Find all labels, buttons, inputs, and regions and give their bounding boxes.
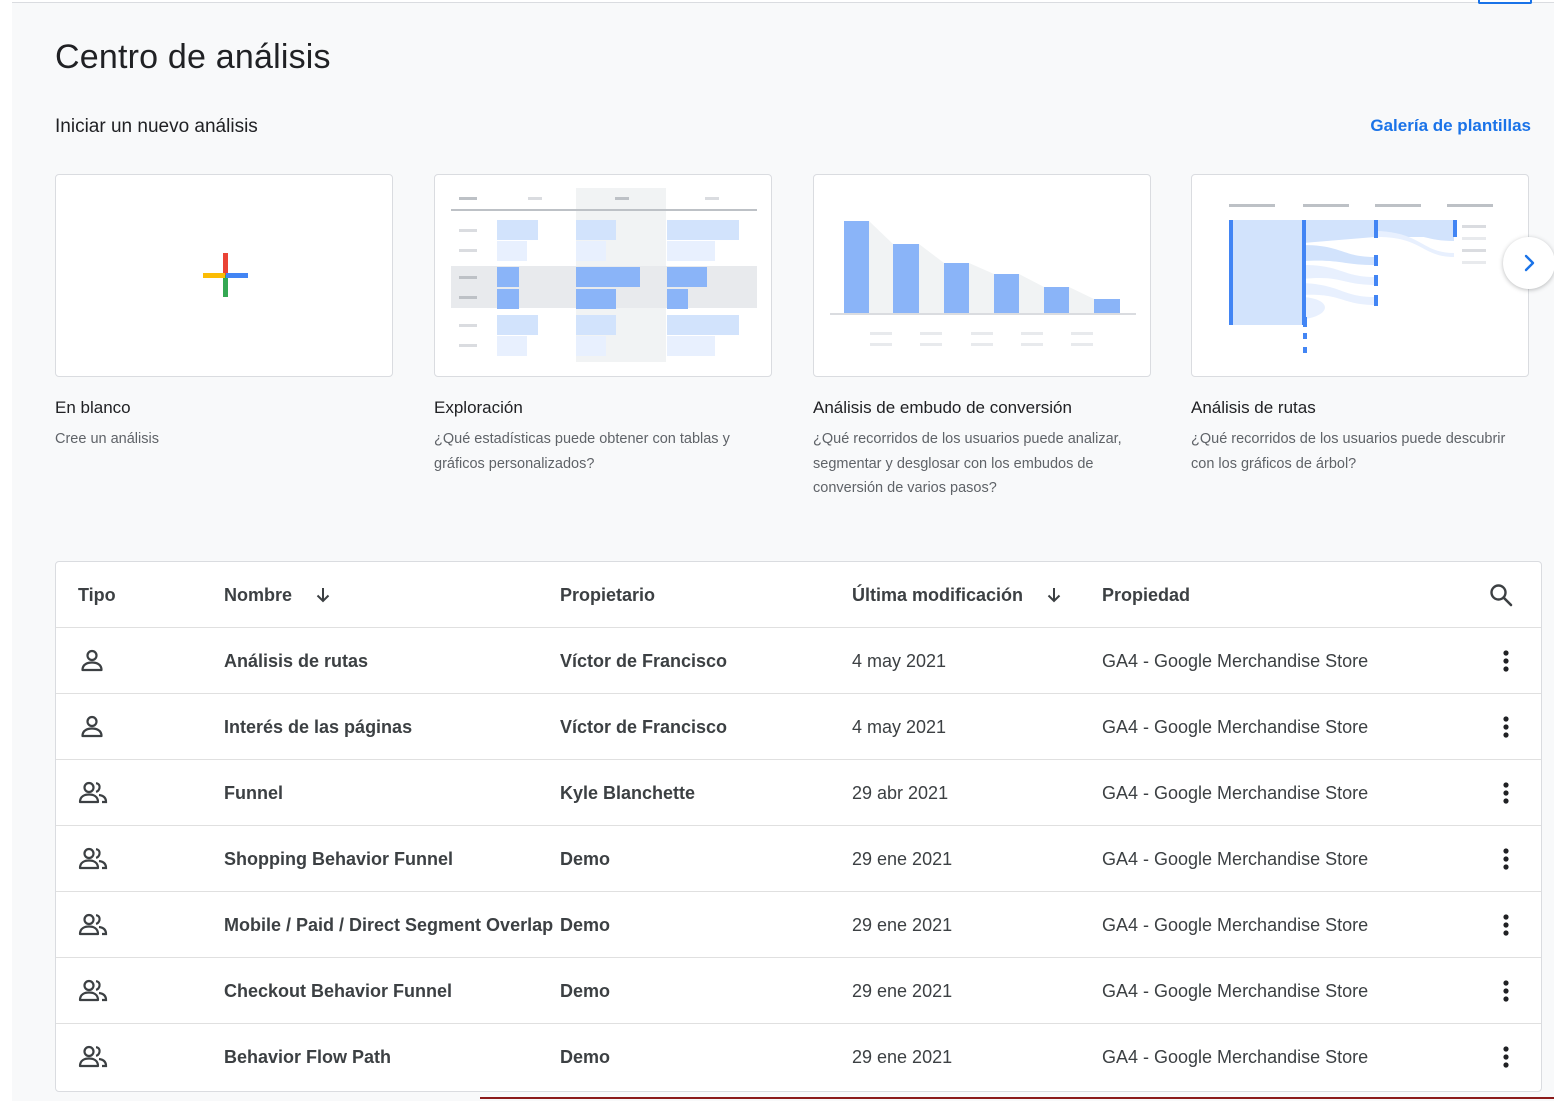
plus-icon	[203, 253, 248, 297]
group-icon	[78, 892, 108, 958]
search-button[interactable]	[1488, 562, 1514, 628]
row-name[interactable]: Behavior Flow Path	[224, 1024, 391, 1090]
row-menu-button[interactable]	[1488, 1024, 1524, 1090]
row-menu-button[interactable]	[1488, 628, 1524, 694]
row-owner: Demo	[560, 914, 611, 935]
row-modified: 4 may 2021	[852, 716, 947, 737]
more-vert-icon	[1488, 1039, 1524, 1075]
header-property[interactable]: Propiedad	[1102, 562, 1190, 628]
page-title: Centro de análisis	[55, 38, 331, 76]
row-owner: Kyle Blanchette	[560, 782, 696, 803]
row-modified: 29 ene 2021	[852, 1046, 953, 1067]
row-owner: Demo	[560, 980, 611, 1001]
header-owner[interactable]: Propietario	[560, 562, 655, 628]
new-analysis-heading: Iniciar un nuevo análisis	[55, 116, 258, 137]
more-vert-icon	[1488, 775, 1524, 811]
group-icon	[78, 760, 108, 826]
more-vert-icon	[1488, 907, 1524, 943]
row-property: GA4 - Google Merchandise Store	[1102, 782, 1369, 803]
header-modified-label: Última modificación	[852, 584, 1024, 605]
card-funnel-desc: ¿Qué recorridos de los usuarios puede an…	[813, 431, 1122, 496]
row-owner: Demo	[560, 848, 611, 869]
table-row[interactable]: Behavior Flow Path Demo 29 ene 2021 GA4 - G…	[56, 1024, 1541, 1090]
card-path[interactable]: Análisis de rutas ¿Qué recorridos de los…	[1191, 174, 1529, 472]
arrow-down-icon	[314, 586, 332, 604]
group-icon	[78, 958, 108, 1024]
header-name[interactable]: Nombre	[224, 562, 332, 628]
row-name[interactable]: Análisis de rutas	[224, 628, 368, 694]
table-row[interactable]: Shopping Behavior Funnel Demo 29 ene 2021 G…	[56, 826, 1541, 892]
row-property: GA4 - Google Merchandise Store	[1102, 716, 1369, 737]
row-name[interactable]: Shopping Behavior Funnel	[224, 826, 453, 892]
arrow-down-icon	[1045, 586, 1063, 604]
row-property: GA4 - Google Merchandise Store	[1102, 848, 1369, 869]
funnel-thumbnail	[830, 221, 1136, 346]
row-modified: 29 abr 2021	[852, 782, 949, 803]
row-name[interactable]: Mobile / Paid / Direct Segment Overlap	[224, 892, 553, 958]
table-row[interactable]: Interés de las páginas Víctor de Francisc…	[56, 694, 1541, 760]
row-menu-button[interactable]	[1488, 826, 1524, 892]
table-row[interactable]: Funnel Kyle Blanchette 29 abr 2021 GA4 - Go…	[56, 760, 1541, 826]
template-gallery-link[interactable]: Galería de plantillas	[1370, 116, 1531, 136]
more-vert-icon	[1488, 709, 1524, 745]
card-path-title: Análisis de rutas	[1191, 398, 1316, 417]
row-property: GA4 - Google Merchandise Store	[1102, 980, 1369, 1001]
row-menu-button[interactable]	[1488, 892, 1524, 958]
row-modified: 29 ene 2021	[852, 848, 953, 869]
card-funnel-thumbnail	[813, 174, 1151, 377]
row-property: GA4 - Google Merchandise Store	[1102, 914, 1369, 935]
row-name[interactable]: Interés de las páginas	[224, 694, 412, 760]
header-type[interactable]: Tipo	[78, 562, 116, 628]
row-name[interactable]: Checkout Behavior Funnel	[224, 958, 452, 1024]
left-panel-edge	[0, 0, 12, 1101]
group-icon	[78, 826, 108, 892]
row-modified: 29 ene 2021	[852, 914, 953, 935]
analyses-table: Tipo Nombre Propietario Última modificac…	[55, 561, 1542, 1092]
card-blank[interactable]: En blanco Cree un análisis	[55, 174, 393, 447]
card-exploration-title: Exploración	[434, 398, 523, 417]
card-funnel-title: Análisis de embudo de conversión	[813, 398, 1072, 417]
chevron-right-icon	[1524, 254, 1535, 272]
bottom-border	[480, 1097, 1554, 1101]
card-path-desc: ¿Qué recorridos de los usuarios puede de…	[1191, 431, 1506, 472]
row-property: GA4 - Google Merchandise Store	[1102, 650, 1369, 671]
header-name-label: Nombre	[224, 584, 293, 605]
table-row[interactable]: Análisis de rutas Víctor de Francisco 4 ma…	[56, 628, 1541, 694]
row-menu-button[interactable]	[1488, 694, 1524, 760]
person-icon	[78, 628, 106, 694]
row-owner: Víctor de Francisco	[560, 716, 728, 737]
row-modified: 4 may 2021	[852, 650, 947, 671]
row-modified: 29 ene 2021	[852, 980, 953, 1001]
top-divider	[12, 0, 1554, 3]
card-exploration-thumbnail	[434, 174, 772, 377]
path-thumbnail	[1229, 204, 1493, 353]
row-menu-button[interactable]	[1488, 760, 1524, 826]
card-exploration-desc: ¿Qué estadísticas puede obtener con tabl…	[434, 431, 730, 472]
more-vert-icon	[1488, 973, 1524, 1009]
more-vert-icon	[1488, 841, 1524, 877]
carousel-next-button[interactable]	[1503, 237, 1554, 289]
card-exploration[interactable]: Exploración ¿Qué estadísticas puede obte…	[434, 174, 772, 472]
search-icon	[1490, 584, 1513, 607]
top-right-button[interactable]	[1478, 0, 1532, 4]
card-blank-title: En blanco	[55, 398, 131, 417]
card-path-thumbnail	[1191, 174, 1529, 377]
group-icon	[78, 1024, 108, 1090]
header-modified[interactable]: Última modificación	[852, 562, 1063, 628]
row-name[interactable]: Funnel	[224, 760, 283, 826]
row-owner: Víctor de Francisco	[560, 650, 728, 671]
more-vert-icon	[1488, 643, 1524, 679]
table-row[interactable]: Mobile / Paid / Direct Segment Overlap De…	[56, 892, 1541, 958]
row-owner: Demo	[560, 1046, 611, 1067]
row-menu-button[interactable]	[1488, 958, 1524, 1024]
table-row[interactable]: Checkout Behavior Funnel Demo 29 ene 2021 G…	[56, 958, 1541, 1024]
table-header: Tipo Nombre Propietario Última modificac…	[56, 562, 1541, 628]
person-icon	[78, 694, 106, 760]
exploration-thumbnail	[451, 188, 757, 362]
card-blank-desc: Cree un análisis	[55, 431, 159, 447]
row-property: GA4 - Google Merchandise Store	[1102, 1046, 1369, 1067]
card-blank-thumbnail	[55, 174, 393, 377]
card-funnel[interactable]: Análisis de embudo de conversión ¿Qué re…	[813, 174, 1151, 496]
